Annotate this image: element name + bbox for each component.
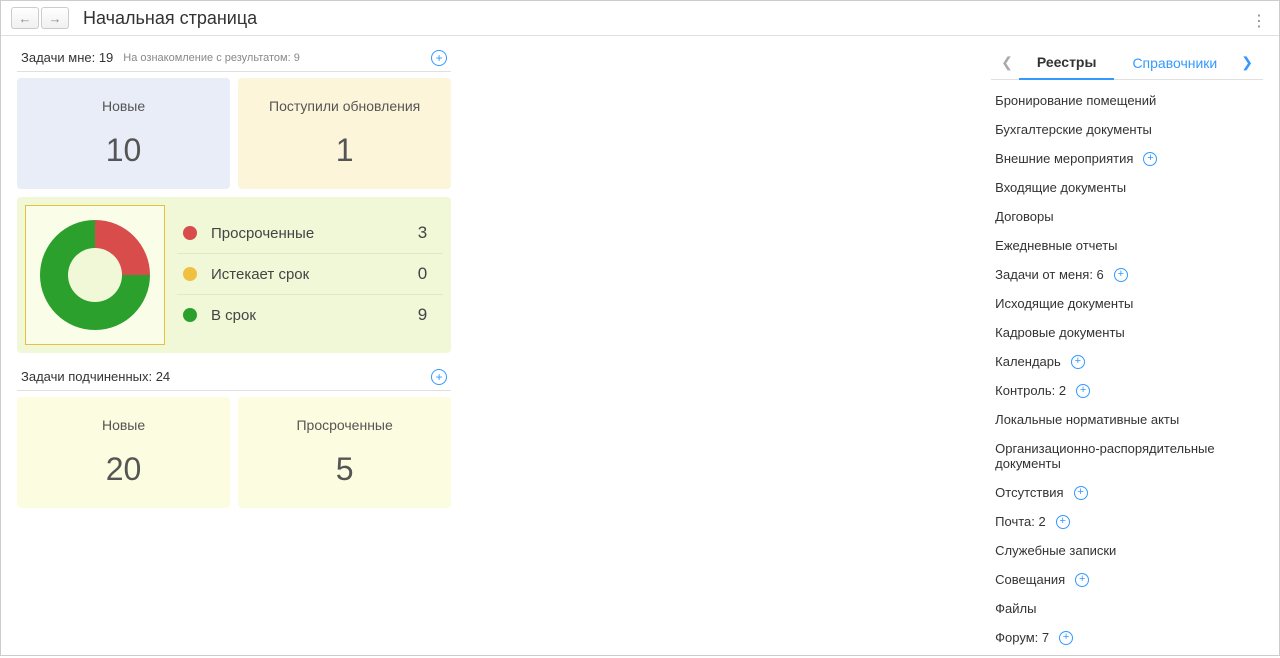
registry-item[interactable]: Файлы xyxy=(991,594,1263,623)
registry-label: Договоры xyxy=(995,209,1053,224)
registry-item[interactable]: Календарь xyxy=(991,347,1263,376)
tasks-sub-header: Задачи подчиненных: 24 xyxy=(17,365,451,391)
registry-label: Календарь xyxy=(995,354,1061,369)
add-icon[interactable] xyxy=(1075,573,1089,587)
registry-label: Локальные нормативные акты xyxy=(995,412,1179,427)
registry-label: Исходящие документы xyxy=(995,296,1133,311)
registry-item[interactable]: Отсутствия xyxy=(991,478,1263,507)
legend-value: 3 xyxy=(418,223,437,243)
card-label: Поступили обновления xyxy=(248,98,441,114)
registry-item[interactable]: Бронирование помещений xyxy=(991,86,1263,115)
registry-label: Служебные записки xyxy=(995,543,1116,558)
card-sub-overdue[interactable]: Просроченные 5 xyxy=(238,397,451,508)
legend-label: Просроченные xyxy=(211,225,418,242)
donut-panel: Просроченные 3 Истекает срок 0 В срок 9 xyxy=(17,197,451,353)
registry-item[interactable]: Почта: 2 xyxy=(991,507,1263,536)
registry-label: Совещания xyxy=(995,572,1065,587)
tasks-me-title: Задачи мне: 19 xyxy=(21,50,113,65)
add-task-me-icon[interactable] xyxy=(431,50,447,66)
card-value: 5 xyxy=(248,451,441,488)
add-task-sub-icon[interactable] xyxy=(431,369,447,385)
card-value: 1 xyxy=(248,132,441,169)
card-label: Новые xyxy=(27,98,220,114)
nav-back-button[interactable]: ← xyxy=(11,7,39,29)
registry-label: Контроль: 2 xyxy=(995,383,1066,398)
kebab-menu-icon[interactable]: ⋮ xyxy=(1251,11,1267,31)
registry-label: Внешние мероприятия xyxy=(995,151,1133,166)
registry-item[interactable]: Служебные записки xyxy=(991,536,1263,565)
legend-label: Истекает срок xyxy=(211,266,418,283)
registry-list: Бронирование помещений Бухгалтерские док… xyxy=(991,80,1263,658)
add-icon[interactable] xyxy=(1059,631,1073,645)
registry-item[interactable]: Форум: 7 xyxy=(991,623,1263,652)
page-title: Начальная страница xyxy=(83,8,257,29)
card-new-tasks[interactable]: Новые 10 xyxy=(17,78,230,189)
legend-value: 0 xyxy=(418,264,437,284)
registry-item[interactable]: Исходящие документы xyxy=(991,289,1263,318)
registry-label: Почта: 2 xyxy=(995,514,1046,529)
dot-icon xyxy=(183,267,197,281)
registry-item[interactable]: Совещания xyxy=(991,565,1263,594)
registry-label: Бухгалтерские документы xyxy=(995,122,1152,137)
tabs-prev-icon[interactable]: ❮ xyxy=(995,48,1019,77)
registry-label: Бронирование помещений xyxy=(995,93,1156,108)
registry-item[interactable]: Задачи от меня: 6 xyxy=(991,260,1263,289)
registry-item[interactable]: Внешние мероприятия xyxy=(991,144,1263,173)
registry-label: Форум: 7 xyxy=(995,630,1049,645)
donut-chart-box xyxy=(25,205,165,345)
registry-item[interactable]: Контроль: 2 xyxy=(991,376,1263,405)
card-updated-tasks[interactable]: Поступили обновления 1 xyxy=(238,78,451,189)
registry-item[interactable]: Организационно-распорядительные документ… xyxy=(991,434,1263,478)
card-sub-new[interactable]: Новые 20 xyxy=(17,397,230,508)
tabs-next-icon[interactable]: ❯ xyxy=(1235,48,1259,77)
registry-label: Организационно-распорядительные документ… xyxy=(995,441,1259,471)
registry-label: Ежедневные отчеты xyxy=(995,238,1117,253)
legend-row-overdue[interactable]: Просроченные 3 xyxy=(177,213,443,254)
tasks-me-header: Задачи мне: 19 На ознакомление с результ… xyxy=(17,46,451,72)
card-label: Новые xyxy=(27,417,220,433)
card-value: 20 xyxy=(27,451,220,488)
nav-forward-button[interactable]: → xyxy=(41,7,69,29)
registry-item[interactable]: Кадровые документы xyxy=(991,318,1263,347)
donut-chart xyxy=(40,220,150,330)
legend-row-ontime[interactable]: В срок 9 xyxy=(177,295,443,335)
tasks-sub-title: Задачи подчиненных: 24 xyxy=(21,369,170,384)
tab-registries[interactable]: Реестры xyxy=(1019,46,1115,80)
add-icon[interactable] xyxy=(1114,268,1128,282)
registry-item[interactable]: Ежедневные отчеты xyxy=(991,231,1263,260)
dot-icon xyxy=(183,226,197,240)
legend-label: В срок xyxy=(211,307,418,324)
card-label: Просроченные xyxy=(248,417,441,433)
registry-item[interactable]: Договоры xyxy=(991,202,1263,231)
legend-value: 9 xyxy=(418,305,437,325)
add-icon[interactable] xyxy=(1071,355,1085,369)
registry-item[interactable]: Бухгалтерские документы xyxy=(991,115,1263,144)
registry-label: Отсутствия xyxy=(995,485,1063,500)
add-icon[interactable] xyxy=(1143,152,1157,166)
tasks-me-subtitle: На ознакомление с результатом: 9 xyxy=(123,52,300,64)
registry-label: Кадровые документы xyxy=(995,325,1125,340)
tab-directories[interactable]: Справочники xyxy=(1114,47,1235,79)
add-icon[interactable] xyxy=(1076,384,1090,398)
registry-label: Входящие документы xyxy=(995,180,1126,195)
card-value: 10 xyxy=(27,132,220,169)
add-icon[interactable] xyxy=(1074,486,1088,500)
legend-row-expiring[interactable]: Истекает срок 0 xyxy=(177,254,443,295)
registry-label: Задачи от меня: 6 xyxy=(995,267,1104,282)
registry-label: Файлы xyxy=(995,601,1036,616)
registry-item[interactable]: Входящие документы xyxy=(991,173,1263,202)
add-icon[interactable] xyxy=(1056,515,1070,529)
dot-icon xyxy=(183,308,197,322)
registry-item[interactable]: Локальные нормативные акты xyxy=(991,405,1263,434)
